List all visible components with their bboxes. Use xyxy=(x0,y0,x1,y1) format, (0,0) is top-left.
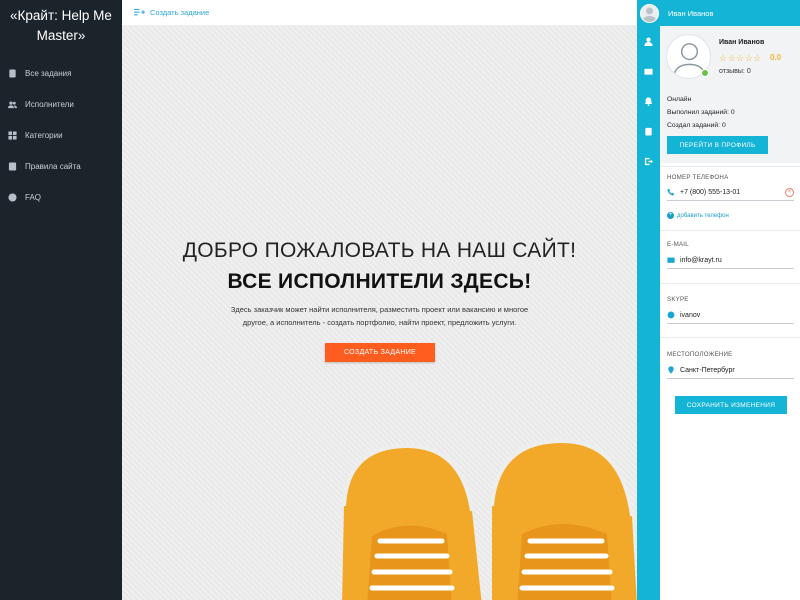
phone-field[interactable]: +7 (800) 555-13-01 × xyxy=(667,184,794,201)
save-changes-button[interactable]: СОХРАНИТЬ ИЗМЕНЕНИЯ xyxy=(675,396,787,414)
skype-field[interactable]: ivanov xyxy=(667,307,794,324)
online-indicator xyxy=(701,69,709,77)
reviews-count: отзывы: 0 xyxy=(719,68,751,75)
help-icon xyxy=(7,193,17,203)
create-task-label: Создать задание xyxy=(150,8,210,17)
create-task-button[interactable]: СОЗДАТЬ ЗАДАНИЕ xyxy=(325,343,435,362)
site-brand[interactable]: «Крайт: Help Me Master» xyxy=(0,0,122,46)
remove-phone-icon[interactable]: × xyxy=(785,188,794,197)
sidebar-item-faq[interactable]: FAQ xyxy=(0,182,122,213)
sidebar-item-label: Исполнители xyxy=(25,100,74,109)
skype-section: SKYPE ivanov xyxy=(660,283,800,337)
sidebar-item-label: Все задания xyxy=(25,69,72,78)
sidebar-item-performers[interactable]: Исполнители xyxy=(0,89,122,120)
add-list-icon xyxy=(134,8,145,16)
location-value: Санкт-Петербург xyxy=(680,366,735,374)
sneakers-image xyxy=(342,438,637,600)
sidebar-item-label: Категории xyxy=(25,131,63,140)
online-status: Онлайн xyxy=(667,96,692,103)
create-task-link[interactable]: Создать задание xyxy=(134,8,209,17)
logout-icon[interactable] xyxy=(637,146,660,176)
bell-icon[interactable] xyxy=(637,86,660,116)
top-toolbar: Создать задание xyxy=(122,0,637,26)
completed-tasks: Выполнил заданий: 0 xyxy=(667,109,735,116)
location-section: МЕСТОПОЛОЖЕНИЕ Санкт-Петербург xyxy=(660,337,800,391)
add-phone-link[interactable]: + добавить телефон xyxy=(667,212,729,219)
tasks-icon xyxy=(7,69,17,79)
email-section: E-MAIL info@krayt.ru xyxy=(660,230,800,283)
skype-icon xyxy=(667,311,676,320)
hero-title: ДОБРО ПОЖАЛОВАТЬ НА НАШ САЙТ! xyxy=(182,239,577,262)
hero-subtitle: ВСЕ ИСПОЛНИТЕЛИ ЗДЕСЬ! xyxy=(227,270,532,293)
email-value: info@krayt.ru xyxy=(680,256,722,264)
location-label: МЕСТОПОЛОЖЕНИЕ xyxy=(667,351,733,358)
sidebar-item-categories[interactable]: Категории xyxy=(0,120,122,151)
profile-name: Иван Иванов xyxy=(719,39,765,46)
skype-label: SKYPE xyxy=(667,296,689,303)
rules-icon xyxy=(7,162,17,172)
email-field[interactable]: info@krayt.ru xyxy=(667,252,794,269)
categories-icon xyxy=(7,131,17,141)
phone-section: НОМЕР ТЕЛЕФОНА +7 (800) 555-13-01 × + до… xyxy=(660,166,800,230)
profile-header: Иван Иванов xyxy=(637,0,800,26)
add-phone-label: добавить телефон xyxy=(677,212,729,219)
sidebar-item-all-tasks[interactable]: Все задания xyxy=(0,58,122,89)
plus-icon: + xyxy=(667,212,674,219)
phone-value: +7 (800) 555-13-01 xyxy=(680,188,741,196)
sidebar: «Крайт: Help Me Master» Все задания Испо… xyxy=(0,0,122,600)
go-to-profile-button[interactable]: ПЕРЕЙТИ В ПРОФИЛЬ xyxy=(667,136,768,154)
sidebar-item-rules[interactable]: Правила сайта xyxy=(0,151,122,182)
sidebar-item-label: FAQ xyxy=(25,193,42,202)
phone-icon xyxy=(667,188,676,197)
email-label: E-MAIL xyxy=(667,241,689,248)
panel-rail xyxy=(637,0,660,600)
rating-stars: ☆☆☆☆☆ xyxy=(719,53,762,63)
location-pin-icon xyxy=(667,365,676,375)
rating-score: 0.0 xyxy=(770,53,782,62)
sidebar-item-label: Правила сайта xyxy=(25,162,81,171)
users-icon xyxy=(7,100,17,110)
user-icon[interactable] xyxy=(637,26,660,56)
phone-label: НОМЕР ТЕЛЕФОНА xyxy=(667,174,729,181)
header-avatar[interactable] xyxy=(640,3,659,23)
hero-description: Здесь заказчик может найти исполнителя, … xyxy=(230,305,529,327)
profile-panel: Иван Иванов ☆☆☆☆☆ 0.0 отзывы: 0 Онлайн В… xyxy=(660,26,800,600)
skype-value: ivanov xyxy=(680,311,701,319)
header-user-name: Иван Иванов xyxy=(668,8,714,18)
created-tasks: Создал заданий: 0 xyxy=(667,122,726,129)
location-field[interactable]: Санкт-Петербург xyxy=(667,362,794,379)
profile-summary: Иван Иванов ☆☆☆☆☆ 0.0 отзывы: 0 Онлайн В… xyxy=(660,26,800,163)
hero-section: ДОБРО ПОЖАЛОВАТЬ НА НАШ САЙТ! ВСЕ ИСПОЛН… xyxy=(122,26,637,600)
mail-icon[interactable] xyxy=(637,56,660,86)
clipboard-icon[interactable] xyxy=(637,116,660,146)
mail-icon xyxy=(667,256,676,265)
sidebar-nav: Все задания Исполнители Категории Правил… xyxy=(0,58,122,213)
